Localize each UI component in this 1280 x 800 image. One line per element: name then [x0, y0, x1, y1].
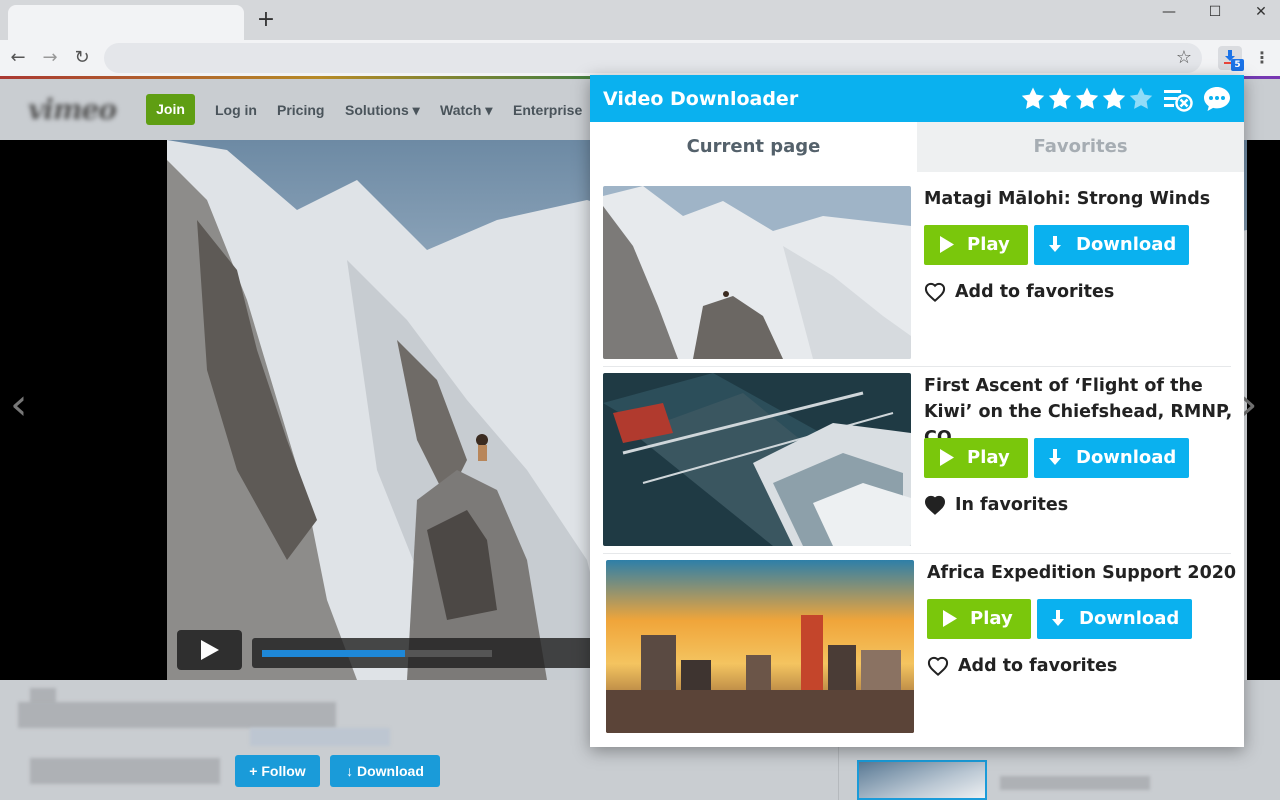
close-window-button[interactable]: ✕	[1238, 0, 1280, 24]
video-item: Matagi Mālohi: Strong Winds Play Downloa…	[603, 172, 1231, 359]
nav-watch[interactable]: Watch ▾	[440, 101, 492, 119]
blurred-related-title	[1000, 776, 1150, 790]
favorite-label: In favorites	[955, 495, 1069, 515]
download-arrow-icon	[1049, 449, 1061, 465]
player-play-button[interactable]	[177, 630, 242, 670]
player-control-bar	[252, 638, 612, 668]
play-icon	[201, 640, 219, 660]
reload-button[interactable]: ↻	[70, 46, 94, 70]
browser-menu-icon[interactable]: ⋮	[1254, 46, 1270, 70]
previous-arrow-icon[interactable]: ‹	[10, 380, 28, 430]
video-downloader-extension-button[interactable]: 5	[1216, 44, 1246, 72]
favorite-label: Add to favorites	[955, 282, 1115, 302]
video-item: Africa Expedition Support 2020 Play Down…	[606, 546, 1237, 733]
blurred-link	[250, 728, 390, 746]
browser-tab[interactable]	[8, 5, 244, 40]
clear-list-icon[interactable]	[1163, 85, 1193, 113]
related-video-thumbnail[interactable]	[857, 760, 987, 800]
star-icon[interactable]	[1101, 86, 1127, 112]
star-icon[interactable]	[1074, 86, 1100, 112]
video-thumbnail[interactable]	[603, 373, 911, 546]
download-label: Download	[1076, 234, 1177, 255]
back-button[interactable]: ←	[6, 46, 30, 70]
popup-title: Video Downloader	[603, 88, 799, 110]
play-button[interactable]: Play	[927, 599, 1031, 639]
new-tab-button[interactable]: +	[255, 9, 277, 31]
video-thumbnail[interactable]	[606, 560, 914, 733]
play-icon	[943, 610, 957, 627]
play-button[interactable]: Play	[924, 225, 1028, 265]
tab-strip: + — ☐ ✕	[0, 0, 1280, 40]
play-button[interactable]: Play	[924, 438, 1028, 478]
download-arrow-icon	[1052, 610, 1064, 626]
join-button[interactable]: Join	[146, 94, 195, 125]
tab-current-page[interactable]: Current page	[590, 122, 917, 172]
play-label: Play	[967, 234, 1010, 255]
video-thumbnail[interactable]	[603, 186, 911, 359]
video-item: First Ascent of ‘Flight of the Kiwi’ on …	[603, 359, 1232, 546]
maximize-button[interactable]: ☐	[1192, 0, 1238, 24]
heart-outline-icon	[927, 656, 949, 676]
forward-button[interactable]: →	[38, 46, 62, 70]
site-logo[interactable]: vimeo	[28, 95, 117, 125]
sunset-city-thumbnail	[606, 560, 914, 733]
extension-badge: 5	[1231, 59, 1244, 71]
nav-enterprise[interactable]: Enterprise	[513, 101, 582, 119]
popup-tabs: Current page Favorites	[590, 122, 1244, 172]
download-label: Download	[1076, 447, 1177, 468]
mountain-thumbnail	[603, 186, 911, 359]
rating-stars[interactable]	[1020, 86, 1155, 112]
browser-toolbar: ← → ↻ ☆ 5 ⋮	[0, 40, 1280, 76]
download-button[interactable]: Download	[1037, 599, 1192, 639]
video-downloader-popup: Video Downloader Current page Favorites	[590, 75, 1244, 747]
star-icon[interactable]	[1020, 86, 1046, 112]
play-label: Play	[967, 447, 1010, 468]
blurred-meta	[30, 758, 220, 784]
play-icon	[940, 236, 954, 253]
nav-pricing[interactable]: Pricing	[277, 101, 324, 119]
heart-outline-icon	[924, 282, 946, 302]
minimize-button[interactable]: —	[1146, 0, 1192, 24]
star-icon[interactable]	[1128, 86, 1154, 112]
download-button[interactable]: Download	[1034, 438, 1189, 478]
player-progress-track[interactable]	[262, 650, 492, 657]
favorite-label: Add to favorites	[958, 656, 1118, 676]
page-download-button[interactable]: ↓ Download	[330, 755, 440, 787]
nav-login[interactable]: Log in	[215, 101, 257, 119]
download-button[interactable]: Download	[1034, 225, 1189, 265]
play-label: Play	[970, 608, 1013, 629]
heart-filled-icon	[924, 495, 946, 515]
city-aerial-thumbnail	[603, 373, 911, 546]
play-icon	[940, 449, 954, 466]
star-icon[interactable]	[1047, 86, 1073, 112]
address-bar[interactable]	[104, 43, 1202, 73]
follow-button[interactable]: + Follow	[235, 755, 320, 787]
video-title: Africa Expedition Support 2020	[927, 563, 1237, 583]
nav-solutions[interactable]: Solutions ▾	[345, 101, 420, 119]
tab-favorites[interactable]: Favorites	[917, 122, 1244, 172]
popup-header: Video Downloader	[590, 75, 1244, 122]
chat-bubble-icon[interactable]	[1202, 85, 1232, 113]
video-title: Matagi Mālohi: Strong Winds	[924, 189, 1211, 209]
player-progress-fill	[262, 650, 405, 657]
bookmark-star-icon[interactable]: ☆	[1172, 46, 1196, 70]
download-arrow-icon	[1049, 236, 1061, 252]
blurred-title	[18, 702, 336, 728]
download-label: Download	[1079, 608, 1180, 629]
